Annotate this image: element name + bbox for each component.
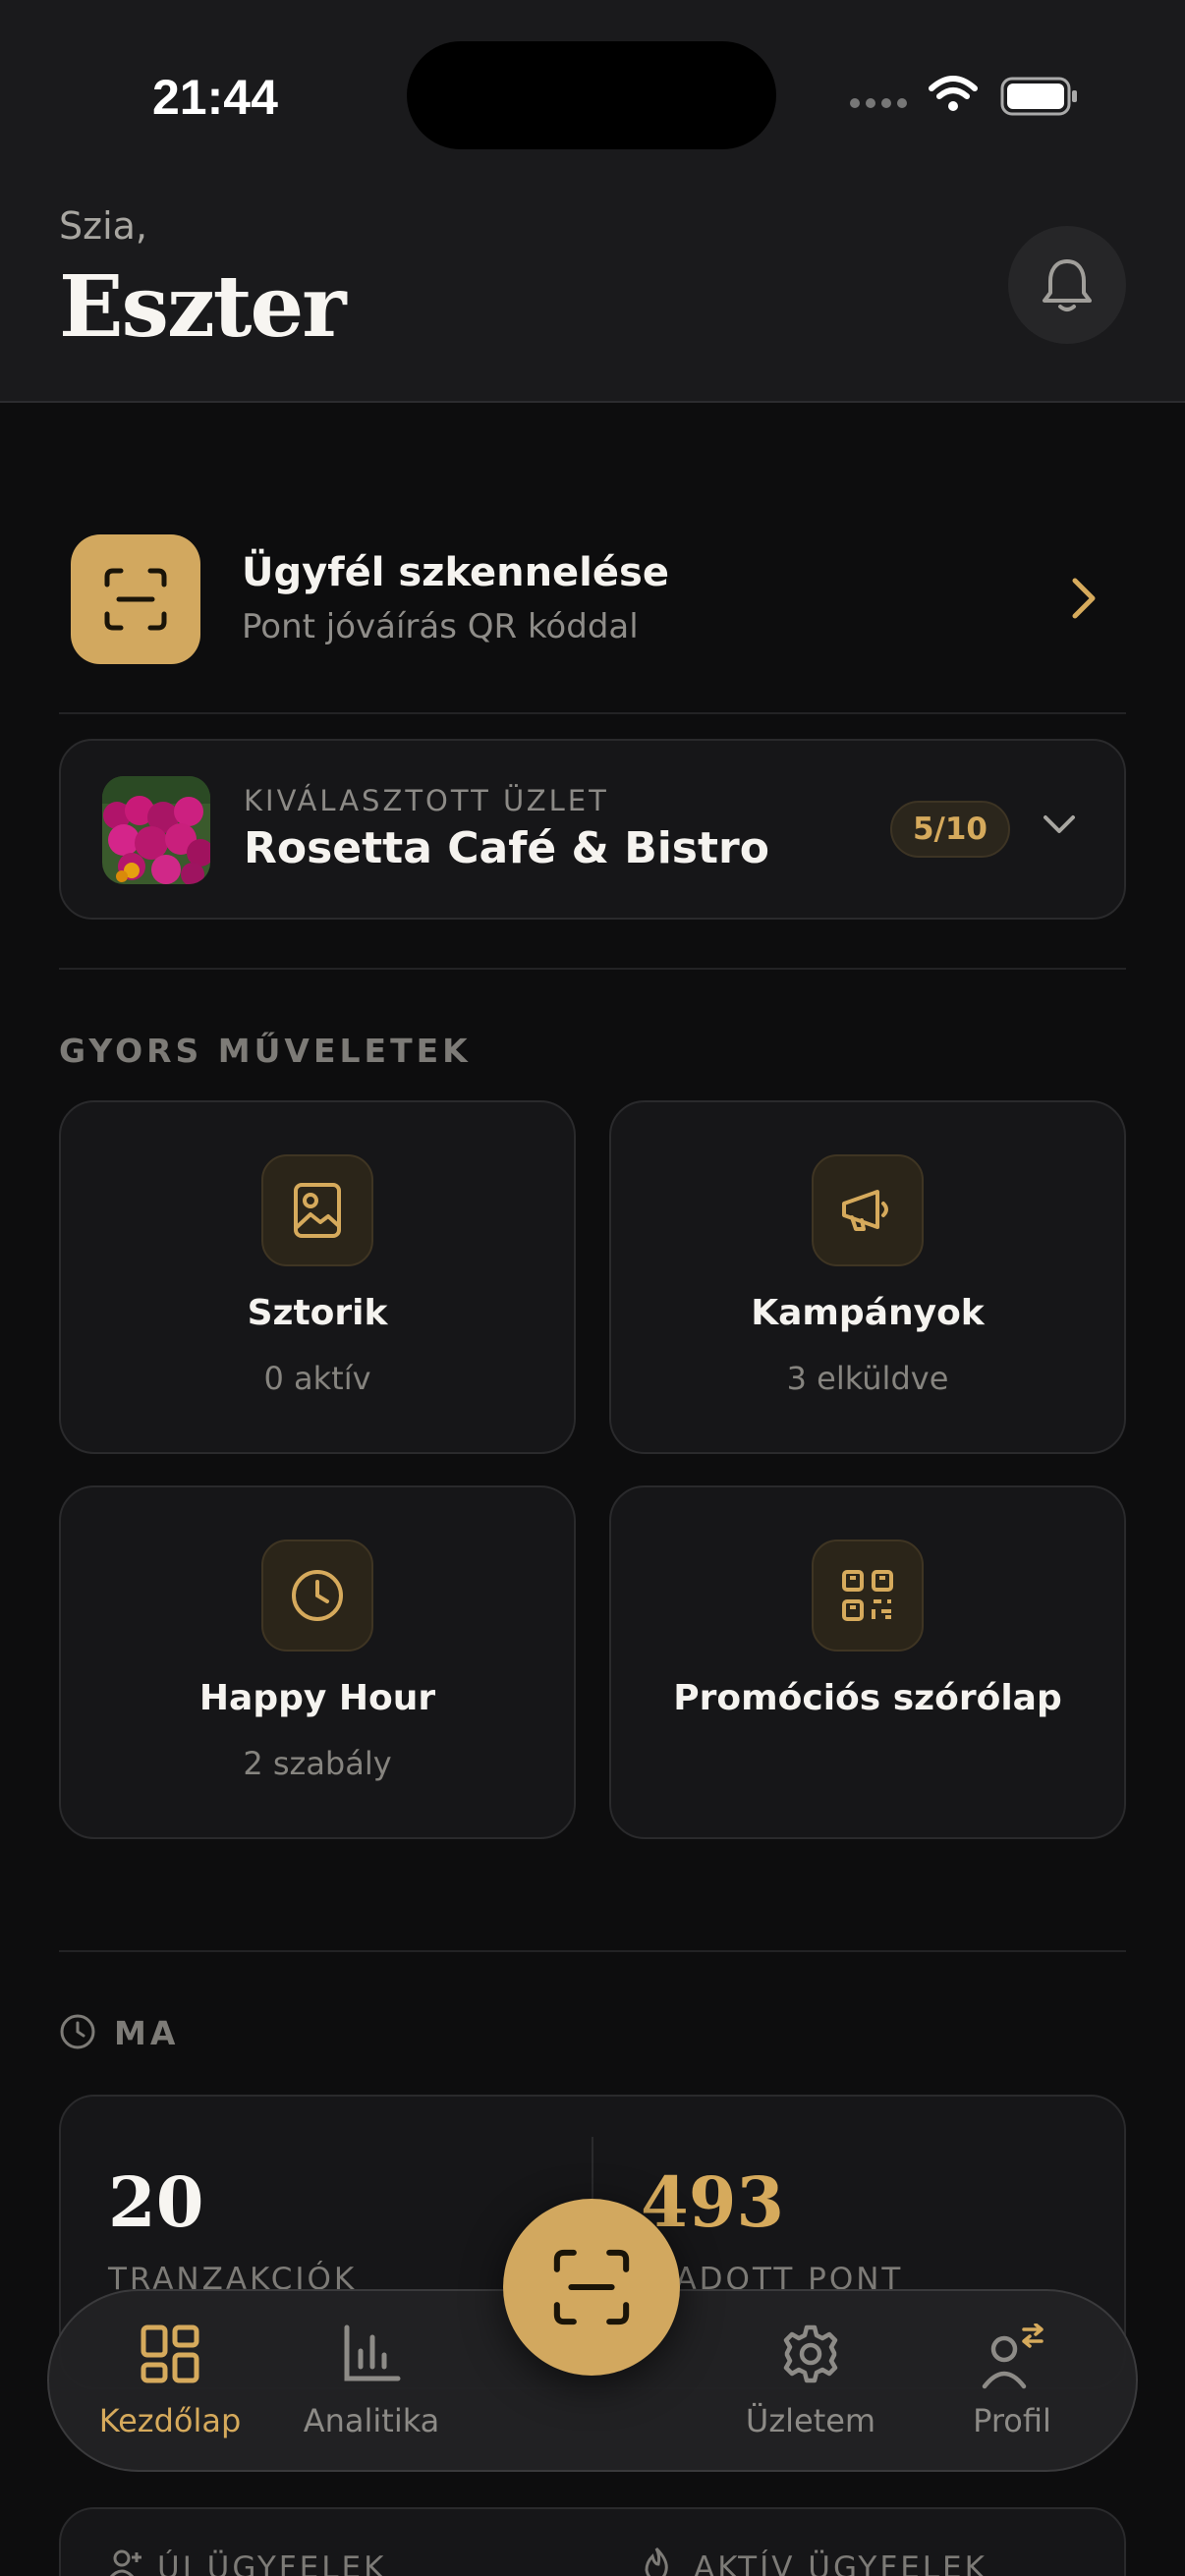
- tile-title: Promóciós szórólap: [673, 1678, 1062, 1718]
- battery-icon: [1000, 77, 1079, 116]
- tile-title: Happy Hour: [198, 1678, 436, 1718]
- quick-action-stories[interactable]: [59, 1100, 576, 1454]
- grid-icon: [62, 2324, 278, 2392]
- store-name: Rosetta Café & Bistro: [244, 823, 769, 873]
- active-customers-label: AKTÍV ÜGYFELEK: [694, 2550, 988, 2576]
- scan-icon: [103, 567, 168, 632]
- clock-icon: [59, 2013, 96, 2050]
- today-label: MA: [114, 2014, 180, 2052]
- tab-label: Kezdőlap: [98, 2402, 242, 2439]
- user-plus-icon: [108, 2547, 143, 2576]
- gear-icon: [703, 2324, 919, 2392]
- selected-store-label: KIVÁLASZTOTT ÜZLET: [244, 784, 609, 817]
- transactions-value: 20: [108, 2161, 204, 2243]
- tab-profile[interactable]: Profil: [904, 2324, 1120, 2439]
- points-value: 493: [641, 2161, 785, 2243]
- quick-action-happy-hour[interactable]: [59, 1485, 576, 1839]
- tile-subtitle: 0 aktív: [263, 1360, 371, 1397]
- store-thumbnail: [102, 776, 210, 884]
- tile-subtitle: 3 elküldve: [786, 1360, 949, 1397]
- scan-icon: [552, 2248, 631, 2326]
- scan-fab-button[interactable]: [503, 2199, 680, 2376]
- tab-my-store[interactable]: Üzletem: [703, 2324, 919, 2439]
- scan-title: Ügyfél szkennelése: [242, 550, 669, 595]
- clock-icon: [261, 1540, 373, 1652]
- user-name: Eszter: [59, 257, 347, 357]
- tab-analytics[interactable]: Analitika: [263, 2324, 480, 2439]
- tile-title: Kampányok: [751, 1293, 985, 1333]
- tab-label: Üzletem: [745, 2402, 876, 2439]
- megaphone-icon: [812, 1154, 924, 1266]
- user-switch-icon: [904, 2324, 1120, 2392]
- divider: [59, 968, 1126, 970]
- tab-label: Profil: [973, 2402, 1051, 2439]
- scan-customer-row[interactable]: [59, 511, 1126, 688]
- status-time: 21:44: [152, 70, 278, 125]
- divider: [59, 712, 1126, 714]
- scan-subtitle: Pont jóváírás QR kóddal: [242, 607, 639, 646]
- tab-label: Analitika: [303, 2402, 440, 2439]
- chevron-down-icon: [1040, 812, 1079, 837]
- flame-icon: [641, 2547, 672, 2576]
- image-icon: [261, 1154, 373, 1266]
- notifications-button[interactable]: [1008, 226, 1126, 344]
- scan-button[interactable]: [71, 534, 200, 664]
- bar-chart-icon: [263, 2324, 480, 2392]
- greeting-label: Szia,: [59, 204, 147, 248]
- divider: [59, 1950, 1126, 1952]
- signal-icon: [849, 96, 908, 110]
- tile-subtitle: 2 szabály: [243, 1745, 392, 1782]
- qr-code-icon: [812, 1540, 924, 1652]
- quick-actions-label: GYORS MŰVELETEK: [59, 1032, 472, 1070]
- dynamic-island: [407, 41, 776, 149]
- chevron-right-icon: [1067, 575, 1100, 622]
- quick-action-promo-flyer[interactable]: [609, 1485, 1126, 1839]
- bell-icon: [1040, 255, 1095, 314]
- store-count-badge: 5/10: [890, 801, 1010, 858]
- tile-title: Sztorik: [247, 1293, 388, 1333]
- quick-action-campaigns[interactable]: [609, 1100, 1126, 1454]
- tab-home[interactable]: Kezdőlap: [62, 2324, 278, 2439]
- wifi-icon: [928, 75, 979, 114]
- new-customers-label: ÚJ ÜGYFELEK: [157, 2550, 387, 2576]
